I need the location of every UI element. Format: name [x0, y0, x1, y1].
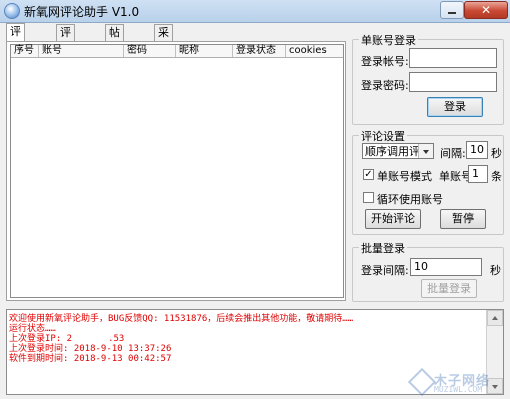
single-login-group: 单账号登录 登录帐号: 登录密码: 登录 [352, 32, 504, 125]
account-input[interactable] [409, 48, 497, 68]
password-label: 登录密码: [361, 79, 409, 92]
batch-interval-input[interactable]: 10 [410, 258, 482, 276]
batch-login-title: 批量登录 [359, 240, 407, 256]
scroll-up-icon[interactable] [487, 310, 503, 326]
window-title: 新氧网评论助手 V1.0 [24, 5, 140, 19]
log-line-expiry: 软件到期时间: 2018-9-13 00:42:57 [9, 354, 172, 364]
chevron-down-icon [418, 144, 433, 158]
tab-collect-comments[interactable]: 采集评论 [154, 24, 173, 87]
login-button[interactable]: 登录 [427, 97, 483, 117]
interval-label: 间隔: [440, 147, 466, 160]
batch-login-button[interactable]: 批量登录 [421, 279, 477, 298]
batch-interval-label: 登录间隔: [361, 264, 409, 277]
batch-login-group: 批量登录 登录间隔: 10 秒 批量登录 [352, 240, 504, 302]
single-mode-checkbox[interactable]: ✓ [363, 169, 374, 180]
watermark-icon [407, 367, 437, 397]
single-account-input[interactable]: 1 [468, 165, 488, 183]
col-cookies[interactable]: cookies [286, 45, 343, 57]
col-password[interactable]: 密码 [124, 45, 176, 57]
col-account[interactable]: 账号 [39, 45, 124, 57]
interval-unit: 秒 [491, 147, 502, 160]
start-comment-button[interactable]: 开始评论 [365, 209, 421, 229]
minimize-button[interactable] [440, 1, 464, 19]
loop-accounts-label: 循环使用账号 [377, 193, 443, 206]
pause-button[interactable]: 暂停 [440, 209, 486, 229]
password-input[interactable] [409, 72, 497, 92]
comment-mode-select[interactable]: 顺序调用评论 [362, 143, 434, 159]
tab-panel: 序号 账号 密码 昵称 登录状态 cookies [6, 41, 346, 301]
log-line-welcome: 欢迎使用新氧评论助手，BUG反馈QQ: 11531876，后续会推出其他功能，敬… [9, 314, 354, 324]
col-nickname[interactable]: 昵称 [176, 45, 233, 57]
single-account-unit: 条 [491, 170, 502, 183]
col-index[interactable]: 序号 [11, 45, 39, 57]
close-button[interactable]: ✕ [464, 1, 508, 19]
account-label: 登录帐号: [361, 55, 409, 68]
tab-comment-accounts[interactable]: 评论账号 [6, 23, 25, 86]
comment-settings-group: 评论设置 顺序调用评论 间隔: 10 秒 ✓ 单账号模式 单账号: 1 条 循环… [352, 128, 504, 235]
tab-comment-content[interactable]: 评论内容 [56, 24, 75, 87]
batch-interval-unit: 秒 [490, 264, 501, 277]
tab-post-links[interactable]: 帖子链接 [105, 24, 124, 87]
watermark-sub: MUZIWL.COM [434, 385, 483, 394]
redacted-block [72, 332, 109, 341]
single-mode-label: 单账号模式 [377, 170, 432, 183]
watermark-logo: 木子网络 MUZIWL.COM [407, 367, 508, 398]
app-icon [4, 3, 20, 19]
interval-input[interactable]: 10 [466, 141, 488, 159]
accounts-table[interactable]: 序号 账号 密码 昵称 登录状态 cookies [10, 44, 344, 298]
title-bar[interactable]: 新氧网评论助手 V1.0 ✕ [0, 0, 510, 23]
checkmark-icon: ✓ [364, 169, 373, 180]
comment-settings-title: 评论设置 [359, 128, 407, 144]
single-login-title: 单账号登录 [359, 32, 418, 48]
loop-accounts-checkbox[interactable] [363, 192, 374, 203]
col-login-status[interactable]: 登录状态 [233, 45, 286, 57]
table-header: 序号 账号 密码 昵称 登录状态 cookies [11, 45, 343, 58]
